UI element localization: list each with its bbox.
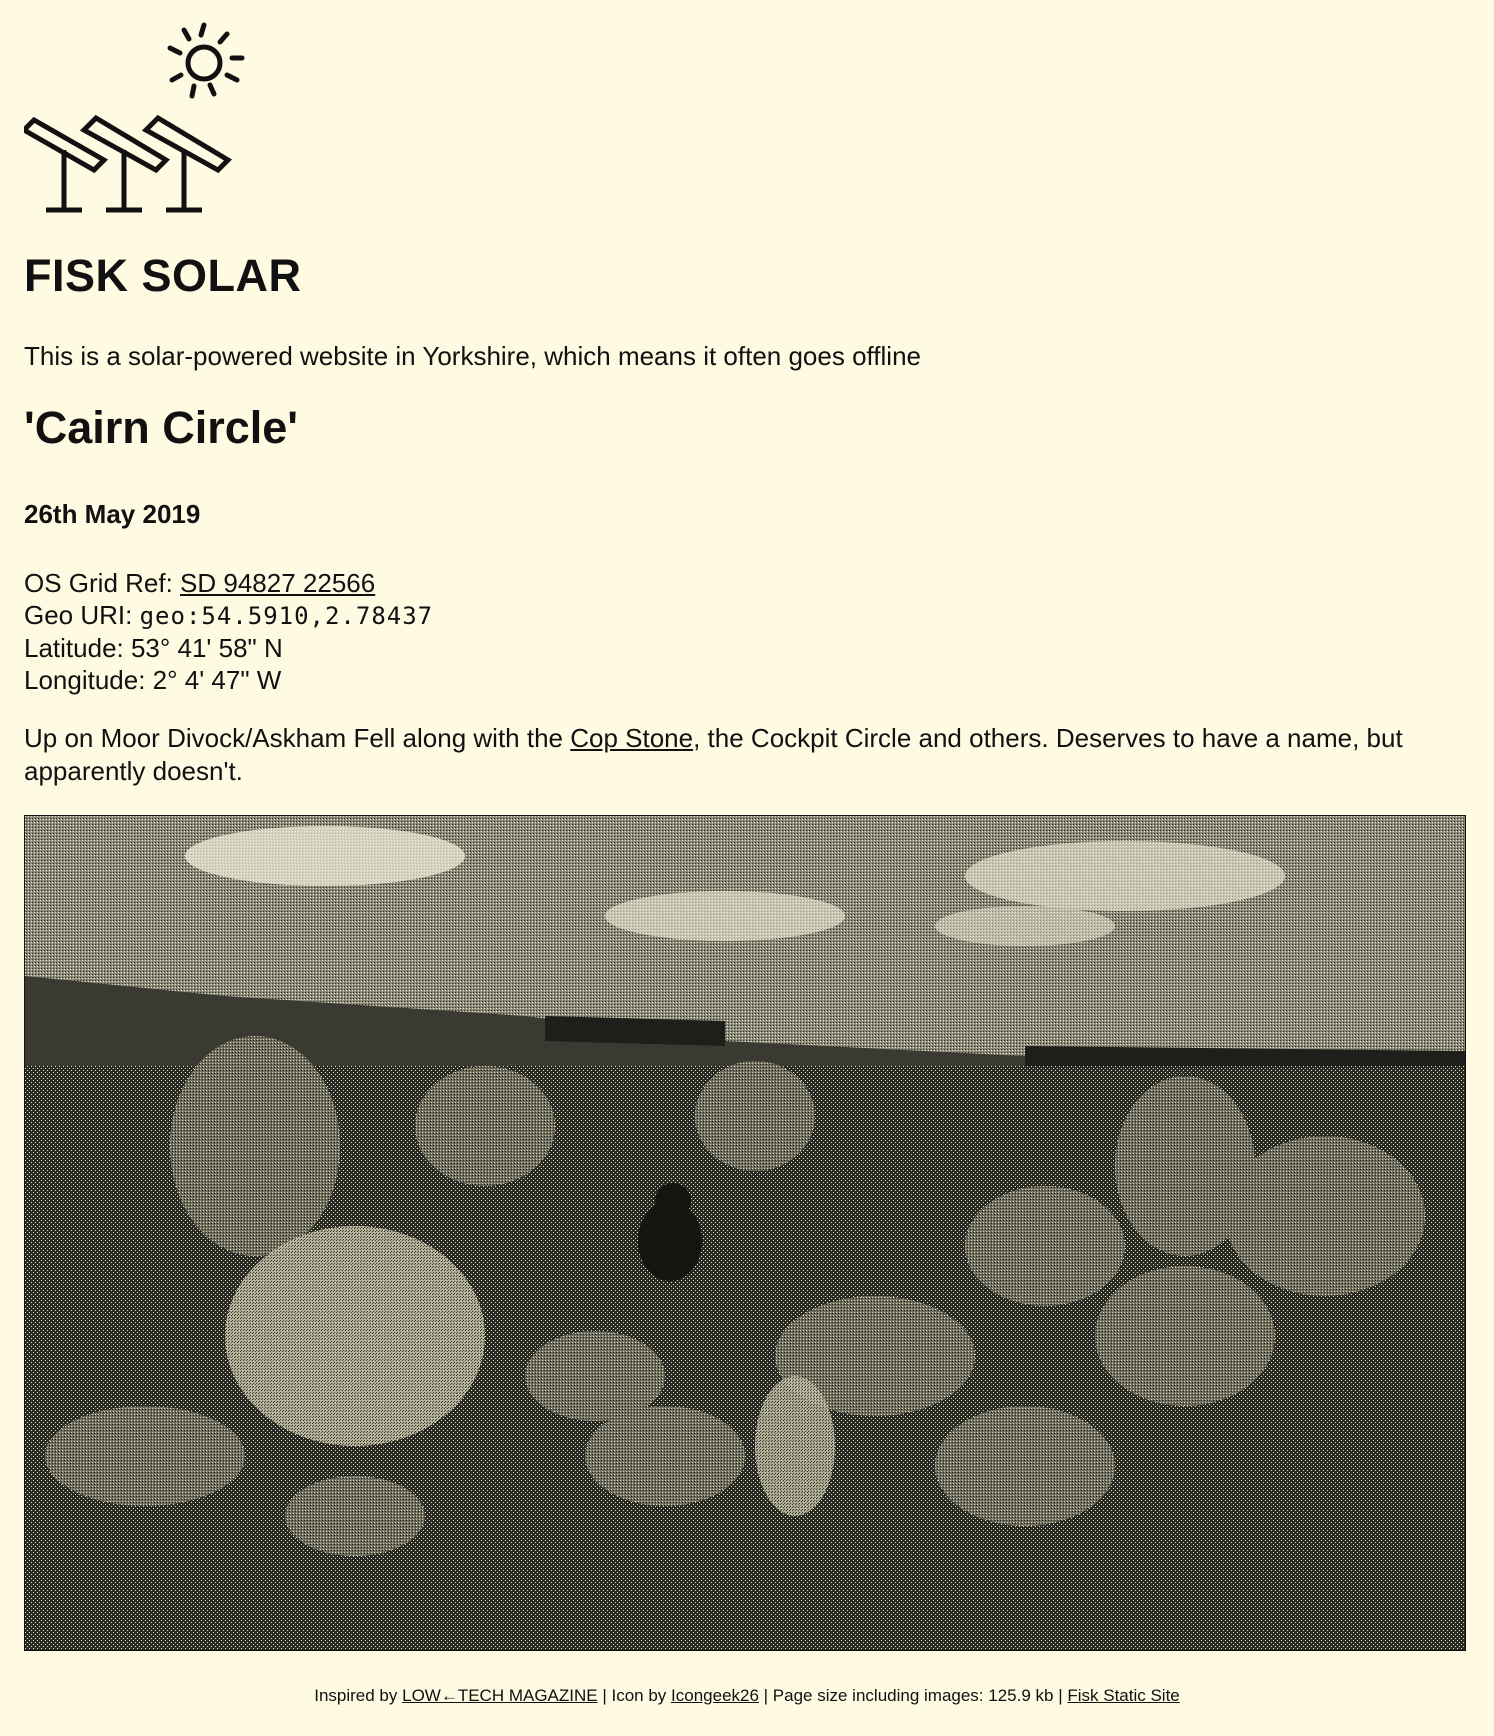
footer-static-site-link[interactable]: Fisk Static Site bbox=[1067, 1686, 1179, 1705]
longitude: Longitude: 2° 4' 47" W bbox=[24, 665, 282, 695]
cop-stone-link[interactable]: Cop Stone bbox=[570, 723, 693, 753]
post-title: 'Cairn Circle' bbox=[24, 402, 298, 453]
latitude: Latitude: 53° 41' 58" N bbox=[24, 633, 283, 663]
footer-icon-by: | Icon by bbox=[597, 1686, 672, 1705]
post-photo bbox=[24, 815, 1466, 1651]
post-date: 26th May 2019 bbox=[24, 499, 201, 529]
geo-info: OS Grid Ref: SD 94827 22566 Geo URI: geo… bbox=[24, 567, 433, 696]
footer-icon-author-link[interactable]: Icongeek26 bbox=[671, 1686, 759, 1705]
grid-ref-link[interactable]: SD 94827 22566 bbox=[180, 568, 375, 598]
site-title: FISK SOLAR bbox=[24, 250, 302, 301]
footer-inspired-by: Inspired by bbox=[314, 1686, 403, 1705]
solar-panels-sun-icon bbox=[24, 22, 245, 213]
geo-uri-label: Geo URI: bbox=[24, 600, 140, 630]
post-description: Up on Moor Divock/Askham Fell along with… bbox=[24, 722, 1474, 788]
grid-ref-line: OS Grid Ref: SD 94827 22566 bbox=[24, 567, 433, 599]
footer-page-size: | Page size including images: 125.9 kb | bbox=[758, 1686, 1068, 1705]
desc-text-before: Up on Moor Divock/Askham Fell along with… bbox=[24, 723, 571, 753]
site-tagline: This is a solar-powered website in Yorks… bbox=[24, 341, 921, 371]
geo-uri-line: Geo URI: geo:54.5910,2.78437 bbox=[24, 599, 433, 632]
grid-ref-label: OS Grid Ref: bbox=[24, 568, 181, 598]
geo-uri-value: geo:54.5910,2.78437 bbox=[139, 602, 434, 630]
footer: Inspired by LOW←TECH MAGAZINE | Icon by … bbox=[0, 1686, 1494, 1706]
footer-ltm-link[interactable]: LOW←TECH MAGAZINE bbox=[402, 1686, 598, 1705]
